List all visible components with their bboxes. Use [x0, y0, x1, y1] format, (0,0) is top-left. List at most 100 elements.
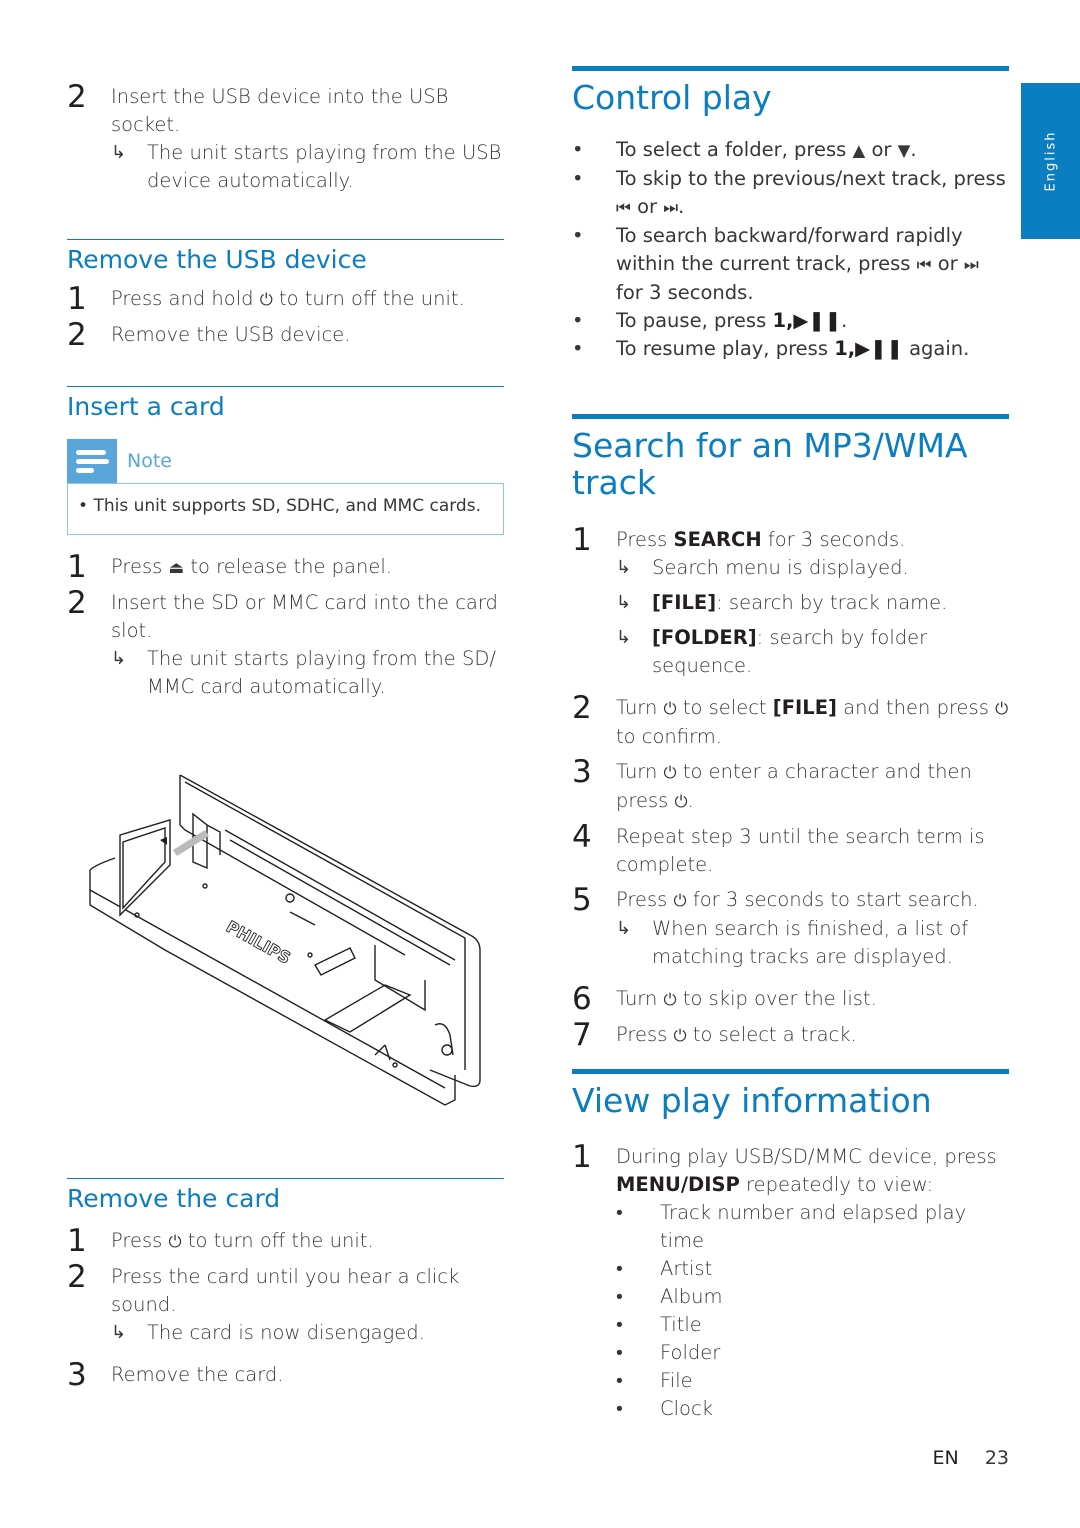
list-item: • To select a folder, press ▲ or ▼. — [572, 136, 1009, 165]
step-number: 1 — [67, 281, 87, 317]
step-result: ↳ The card is now disengaged. — [111, 1319, 504, 1347]
step-result: ↳ The unit starts playing from the SD/ M… — [111, 647, 496, 698]
step-number: 4 — [572, 819, 592, 855]
down-arrow-icon: ▼ — [897, 141, 911, 160]
page-number: 23 — [984, 1447, 1009, 1469]
step: 2 Remove the USB device. — [67, 317, 504, 353]
note-icon — [67, 439, 117, 483]
step-number: 3 — [67, 1357, 87, 1393]
step: 3 Remove the card. — [67, 1357, 504, 1393]
search-section: Search for an MP3/WMA track 1 Press SEAR… — [572, 414, 1009, 1052]
menu-disp-key: MENU/DISP — [616, 1173, 740, 1196]
step-result: ↳ [FOLDER]: search by folder sequence. — [616, 626, 928, 677]
step-text: Remove the USB device. — [111, 323, 351, 346]
power-icon: ⏻ — [673, 891, 687, 910]
bullet-icon: • — [572, 167, 584, 190]
step-number: 1 — [572, 1139, 592, 1175]
next-track-icon: ⏭ — [963, 255, 979, 274]
step: 5 Press ⏻ for 3 seconds to start search.… — [572, 882, 1009, 971]
power-icon: ⏻ — [663, 763, 677, 782]
step-number: 2 — [67, 317, 87, 353]
bullet-icon: • — [616, 1257, 623, 1280]
step-number: 2 — [67, 1259, 87, 1295]
note-text: This unit supports SD, SDHC, and MMC car… — [93, 496, 481, 516]
section-heading: Search for an MP3/WMA track — [572, 414, 1009, 501]
step: 2 Press the card until you hear a click … — [67, 1259, 504, 1347]
list-item: • To skip to the previous/next track, pr… — [572, 167, 1006, 218]
list-item: • Artist — [616, 1255, 1009, 1283]
step: 1 Press SEARCH for 3 seconds. ↳ Search me… — [572, 522, 1009, 680]
step-text: to turn off the unit. — [279, 287, 465, 310]
play-pause-icon: 1,▶❚❚ — [834, 337, 903, 360]
bullet-icon: • — [616, 1285, 623, 1308]
page-footer: EN 23 — [933, 1447, 1009, 1469]
bullet-icon: • — [616, 1369, 623, 1392]
power-icon: ⏻ — [674, 792, 688, 811]
step-number: 3 — [572, 754, 592, 790]
step-result: ↳ Search menu is displayed. — [616, 554, 1009, 582]
step-text: Press and hold — [111, 287, 254, 310]
list-item: • Album — [616, 1283, 1009, 1311]
step-result: ↳ When search is finished, a list of matc… — [616, 917, 969, 968]
card-insert-illustration: PHILIPS — [89, 774, 481, 1106]
bullet-icon: • — [572, 138, 584, 161]
step: 1 Press ⏏ to release the panel. — [67, 549, 504, 585]
remove-usb-section: Remove the USB device 1 Press and hold ⏻… — [67, 239, 504, 353]
list-item: • File — [616, 1367, 1009, 1395]
step-text: to release the panel. — [190, 555, 392, 578]
step-number: 5 — [572, 882, 592, 918]
step: 4 Repeat step 3 until the search term is… — [572, 819, 985, 876]
remove-card-section: Remove the card 1 Press ⏻ to turn off th… — [67, 1178, 504, 1393]
step-number: 2 — [67, 585, 87, 621]
insert-card-section: Insert a card Note • This unit supports … — [67, 386, 504, 701]
step-text: Press — [111, 1229, 163, 1252]
up-arrow-icon: ▲ — [852, 141, 866, 160]
section-heading: Insert a card — [67, 386, 504, 422]
step: 3 Turn ⏻ to enter a character and then p… — [572, 754, 972, 812]
info-list: • Track number and elapsed play time • Arti… — [616, 1199, 1009, 1423]
power-icon: ⏻ — [259, 290, 273, 309]
bullet-icon: • — [78, 496, 89, 516]
step: 2 Insert the SD or MMC card into the car… — [67, 585, 504, 701]
step: 1 Press and hold ⏻ to turn off the unit. — [67, 281, 504, 317]
step-number: 2 — [572, 690, 592, 726]
play-pause-icon: 1,▶❚❚ — [772, 309, 842, 332]
result-arrow-icon: ↳ — [616, 557, 632, 578]
list-item: • To search backward/forward rapidly wit… — [572, 224, 979, 304]
step-text: Insert the USB device into the USB socke… — [111, 85, 449, 136]
result-arrow-icon: ↳ — [616, 627, 632, 648]
step: 2 Insert the USB device into the USB soc… — [67, 79, 504, 195]
step-text: Remove the card. — [111, 1363, 284, 1386]
bullet-icon: • — [616, 1397, 623, 1420]
section-heading: Remove the card — [67, 1178, 504, 1214]
section-heading: Control play — [572, 66, 1009, 116]
step-number: 6 — [572, 981, 592, 1017]
list-item: • Title — [616, 1311, 1009, 1339]
language-tab: English — [1021, 83, 1080, 239]
result-arrow-icon: ↳ — [616, 918, 632, 939]
note-box: • This unit supports SD, SDHC, and MMC c… — [67, 483, 504, 535]
list-item: • Clock — [616, 1395, 1009, 1423]
note-label: Note — [127, 450, 172, 472]
note-header: Note — [67, 439, 504, 483]
step-number: 1 — [67, 1223, 87, 1259]
step: 2 Turn ⏻ to select [FILE] and then press… — [572, 690, 1009, 748]
step-number: 2 — [67, 79, 87, 115]
list-item: • To pause, press 1,▶❚❚. — [572, 307, 1009, 335]
bullet-icon: • — [616, 1313, 623, 1336]
power-icon: ⏻ — [995, 699, 1009, 718]
insert-usb-section: 2 Insert the USB device into the USB soc… — [67, 79, 504, 195]
search-key: SEARCH — [673, 528, 762, 551]
previous-track-icon: ⏮ — [916, 255, 932, 274]
step-number: 1 — [67, 549, 87, 585]
section-heading: Remove the USB device — [67, 239, 504, 275]
view-info-section: View play information 1 During play USB/… — [572, 1069, 1009, 1423]
language-code: EN — [932, 1447, 959, 1469]
section-heading: View play information — [572, 1069, 1009, 1119]
control-play-section: Control play • To select a folder, press… — [572, 66, 1009, 363]
power-icon: ⏻ — [663, 990, 677, 1009]
list-item: • To resume play, press 1,▶❚❚ again. — [572, 335, 1009, 363]
step-text: to turn off the unit. — [187, 1229, 374, 1252]
power-icon: ⏻ — [168, 1232, 182, 1251]
step-number: 1 — [572, 522, 592, 558]
